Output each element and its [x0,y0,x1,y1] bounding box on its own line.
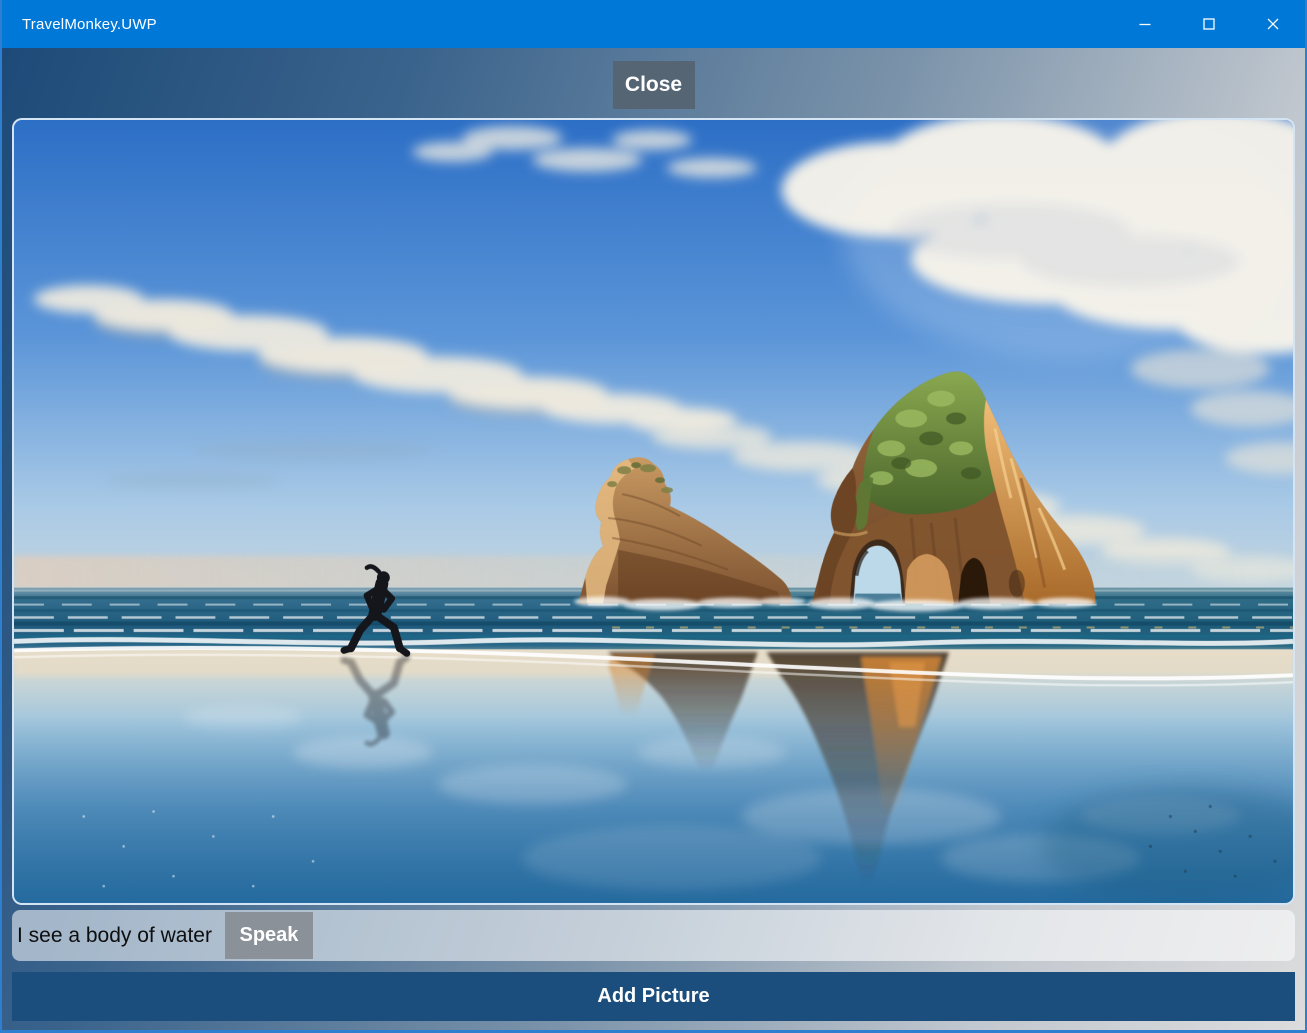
close-window-button[interactable] [1241,0,1305,48]
maximize-button[interactable] [1177,0,1241,48]
speak-button[interactable]: Speak [225,912,313,959]
titlebar[interactable]: TravelMonkey.UWP [2,0,1305,48]
minimize-button[interactable] [1113,0,1177,48]
window-controls [1113,0,1305,48]
beach-photo-graphic [14,120,1293,903]
app-window: TravelMonkey.UWP Close [0,0,1307,1033]
close-detail-button[interactable]: Close [613,61,695,109]
minimize-icon [1138,17,1152,31]
add-picture-button[interactable]: Add Picture [12,972,1295,1021]
window-title: TravelMonkey.UWP [2,16,157,33]
travel-photo [12,118,1295,905]
image-analysis-caption: I see a body of water [17,924,212,948]
caption-bar: I see a body of water Speak [12,910,1295,961]
detail-page: Close [2,48,1305,1030]
maximize-icon [1202,17,1216,31]
close-icon [1266,17,1280,31]
